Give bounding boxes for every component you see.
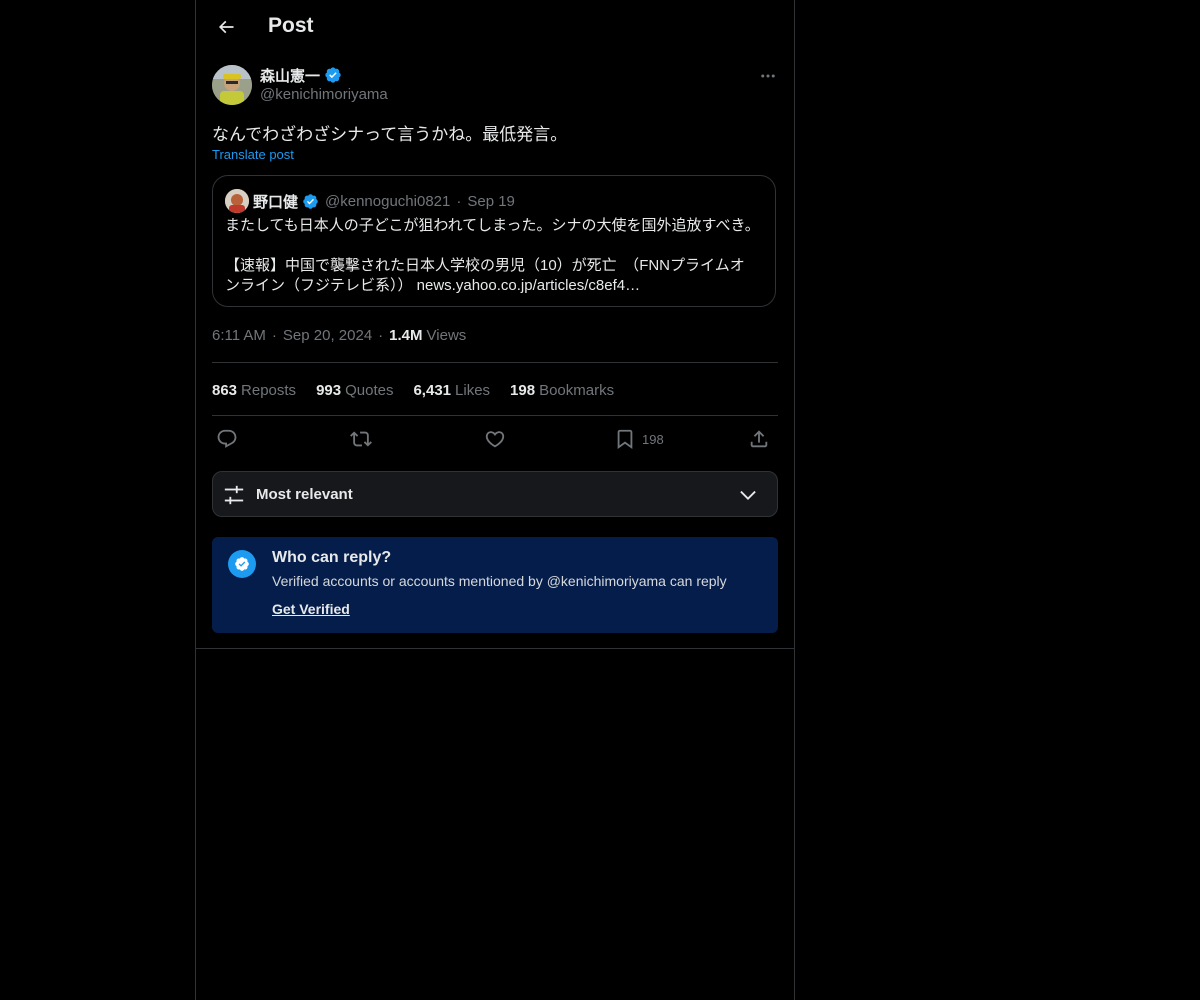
arrow-left-icon — [218, 20, 234, 34]
verified-check-icon — [228, 550, 256, 578]
meta-separator: · — [271, 327, 277, 344]
quote-avatar — [225, 189, 249, 213]
get-verified-link[interactable]: Get Verified — [272, 601, 350, 617]
more-horizontal-icon — [761, 74, 775, 78]
post-column: Post 森山憲一 @kenichimoriyama なんでわざわざシナって言う… — [195, 0, 795, 1000]
verified-badge-icon — [325, 67, 341, 83]
divider — [196, 648, 794, 649]
quote-header: 野口健 @kennoguchi0821 · Sep 19 — [253, 190, 515, 212]
post-date[interactable]: Sep 20, 2024 — [283, 327, 372, 344]
share-icon — [750, 430, 768, 448]
bookmarks-count: 198 — [510, 381, 536, 399]
repost-button[interactable] — [350, 424, 372, 454]
repost-icon — [350, 431, 372, 447]
quotes-label: Quotes — [345, 381, 394, 399]
quote-text: またしても日本人の子どこが狙われてしまった。シナの大使を国外追放すべき。 — [225, 217, 760, 234]
post-meta: 6:11 AM · Sep 20, 2024 · 1.4M Views — [212, 327, 466, 344]
quotes-stat[interactable]: 993 Quotes — [316, 382, 393, 399]
reposts-count: 863 — [212, 381, 238, 399]
views-count: 1.4M — [389, 327, 423, 344]
action-bar: 198 — [212, 424, 778, 454]
verified-badge-icon — [303, 193, 318, 209]
bookmark-count: 198 — [642, 431, 664, 447]
divider — [212, 362, 778, 363]
quotes-count: 993 — [316, 381, 342, 399]
reply-button[interactable] — [216, 424, 238, 454]
quote-link-url: ンライン（フジテレビ系）） news.yahoo.co.jp/articles/… — [225, 277, 641, 294]
bookmarks-label: Bookmarks — [539, 381, 615, 399]
quote-link-title: 【速報】中国で襲撃された日本人学校の男児（10）が死亡 （FNNプライムオ — [225, 257, 745, 274]
reposts-label: Reposts — [241, 381, 297, 399]
avatar[interactable] — [212, 65, 252, 105]
reply-notice-description: Verified accounts or accounts mentioned … — [272, 573, 727, 589]
views-label: Views — [426, 327, 467, 344]
reply-sort-selector[interactable]: Most relevant — [212, 471, 778, 517]
divider — [212, 415, 778, 416]
more-button[interactable] — [754, 62, 782, 90]
author-handle[interactable]: @kenichimoriyama — [260, 86, 388, 103]
avatar-image — [212, 65, 252, 105]
post-time[interactable]: 6:11 AM — [212, 327, 266, 344]
page-header: Post — [196, 0, 794, 54]
author-name-row[interactable]: 森山憲一 — [260, 65, 342, 85]
post-text: なんでわざわざシナって言うかね。最低発言。 — [212, 125, 568, 144]
like-button[interactable] — [484, 424, 506, 454]
quote-avatar-image — [225, 189, 249, 213]
who-can-reply-notice: Who can reply? Verified accounts or acco… — [212, 537, 778, 633]
bookmark-icon — [617, 429, 633, 450]
reply-icon — [217, 429, 237, 448]
meta-separator: · — [378, 327, 384, 344]
quote-author-handle: @kennoguchi0821 — [325, 192, 451, 210]
heart-icon — [485, 431, 505, 448]
quote-date: Sep 19 — [467, 192, 515, 210]
back-button[interactable] — [208, 9, 244, 45]
quote-author-name: 野口健 — [253, 193, 299, 211]
quoted-post[interactable]: 野口健 @kennoguchi0821 · Sep 19 またしても日本人の子ど… — [212, 175, 776, 307]
page-title: Post — [268, 14, 314, 37]
likes-label: Likes — [455, 381, 491, 399]
likes-stat[interactable]: 6,431 Likes — [413, 382, 490, 399]
author-name[interactable]: 森山憲一 — [260, 65, 320, 86]
bookmarks-stat[interactable]: 198 Bookmarks — [510, 382, 614, 399]
chevron-down-icon — [740, 490, 756, 500]
share-button[interactable] — [748, 424, 770, 454]
quote-body: またしても日本人の子どこが狙われてしまった。シナの大使を国外追放すべき。 【速報… — [225, 216, 765, 296]
quote-separator: · — [456, 192, 462, 210]
sort-label: Most relevant — [256, 486, 353, 503]
engagement-stats: 863 Reposts 993 Quotes 6,431 Likes 198 Bookm… — [212, 380, 614, 400]
bookmark-button[interactable]: 198 — [614, 424, 664, 454]
sliders-icon — [224, 485, 244, 505]
translate-post-link[interactable]: Translate post — [212, 147, 294, 162]
reposts-stat[interactable]: 863 Reposts — [212, 382, 296, 399]
likes-count: 6,431 — [413, 381, 452, 399]
reply-notice-title: Who can reply? — [272, 549, 392, 566]
